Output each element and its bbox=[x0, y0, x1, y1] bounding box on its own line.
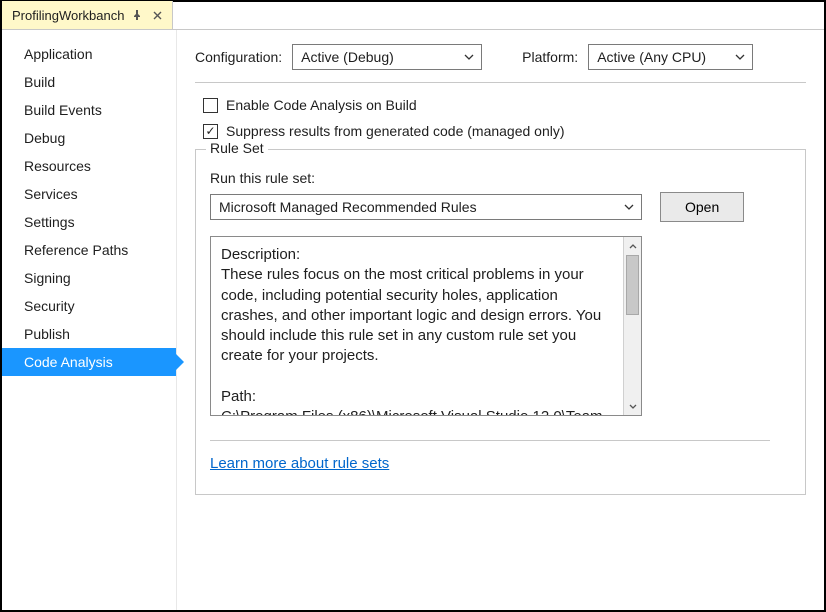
sidebar-item-debug[interactable]: Debug bbox=[2, 124, 176, 152]
close-icon[interactable] bbox=[150, 8, 164, 22]
chevron-down-icon bbox=[461, 49, 477, 65]
sidebar-item-label: Security bbox=[24, 298, 75, 314]
sidebar-item-services[interactable]: Services bbox=[2, 180, 176, 208]
config-row: Configuration: Active (Debug) Platform: … bbox=[195, 44, 806, 83]
sidebar-item-label: Services bbox=[24, 186, 78, 202]
suppress-results-label: Suppress results from generated code (ma… bbox=[226, 123, 565, 139]
content-panel: Configuration: Active (Debug) Platform: … bbox=[177, 30, 824, 610]
divider bbox=[210, 440, 770, 441]
chevron-down-icon bbox=[621, 199, 637, 215]
sidebar-item-label: Settings bbox=[24, 214, 75, 230]
path-value: C:\Program Files (x86)\Microsoft Visual … bbox=[221, 408, 603, 415]
path-label: Path: bbox=[221, 388, 256, 405]
rule-set-value: Microsoft Managed Recommended Rules bbox=[219, 199, 477, 215]
sidebar-item-label: Debug bbox=[24, 130, 65, 146]
sidebar-item-label: Build bbox=[24, 74, 55, 90]
sidebar-item-label: Code Analysis bbox=[24, 354, 113, 370]
sidebar-item-code-analysis[interactable]: Code Analysis bbox=[2, 348, 176, 376]
enable-code-analysis-checkbox[interactable] bbox=[203, 98, 218, 113]
enable-code-analysis-label: Enable Code Analysis on Build bbox=[226, 97, 417, 113]
sidebar-item-reference-paths[interactable]: Reference Paths bbox=[2, 236, 176, 264]
tab-bar: ProfilingWorkbanch bbox=[2, 2, 824, 30]
description-text: Description: These rules focus on the mo… bbox=[211, 237, 623, 415]
sidebar-item-signing[interactable]: Signing bbox=[2, 264, 176, 292]
sidebar-item-resources[interactable]: Resources bbox=[2, 152, 176, 180]
description-box: Description: These rules focus on the mo… bbox=[210, 236, 642, 416]
sidebar-item-security[interactable]: Security bbox=[2, 292, 176, 320]
open-button[interactable]: Open bbox=[660, 192, 744, 222]
sidebar-item-build[interactable]: Build bbox=[2, 68, 176, 96]
sidebar-item-publish[interactable]: Publish bbox=[2, 320, 176, 348]
sidebar-item-label: Publish bbox=[24, 326, 70, 342]
description-scrollbar[interactable] bbox=[623, 237, 641, 415]
enable-code-analysis-row: Enable Code Analysis on Build bbox=[203, 97, 806, 113]
platform-select[interactable]: Active (Any CPU) bbox=[588, 44, 753, 70]
suppress-results-checkbox[interactable] bbox=[203, 124, 218, 139]
rule-set-select[interactable]: Microsoft Managed Recommended Rules bbox=[210, 194, 642, 220]
rule-set-legend: Rule Set bbox=[206, 140, 268, 156]
pin-icon[interactable] bbox=[130, 8, 144, 22]
tab-title: ProfilingWorkbanch bbox=[12, 8, 124, 23]
sidebar-item-label: Build Events bbox=[24, 102, 102, 118]
scroll-down-icon[interactable] bbox=[624, 397, 641, 415]
chevron-down-icon bbox=[732, 49, 748, 65]
description-body: These rules focus on the most critical p… bbox=[221, 266, 601, 364]
sidebar-item-application[interactable]: Application bbox=[2, 40, 176, 68]
sidebar-item-build-events[interactable]: Build Events bbox=[2, 96, 176, 124]
sidebar-item-label: Reference Paths bbox=[24, 242, 128, 258]
properties-sidebar: Application Build Build Events Debug Res… bbox=[2, 30, 177, 610]
tab-profiling-workbench[interactable]: ProfilingWorkbanch bbox=[2, 1, 173, 29]
rule-set-group: Rule Set Run this rule set: Microsoft Ma… bbox=[195, 149, 806, 495]
scrollbar-thumb[interactable] bbox=[626, 255, 639, 315]
sidebar-item-label: Signing bbox=[24, 270, 71, 286]
description-label: Description: bbox=[221, 246, 300, 263]
sidebar-item-label: Application bbox=[24, 46, 93, 62]
platform-label: Platform: bbox=[522, 49, 578, 65]
learn-more-link[interactable]: Learn more about rule sets bbox=[210, 455, 389, 472]
sidebar-item-settings[interactable]: Settings bbox=[2, 208, 176, 236]
sidebar-item-label: Resources bbox=[24, 158, 91, 174]
configuration-value: Active (Debug) bbox=[301, 49, 394, 65]
run-rule-set-label: Run this rule set: bbox=[210, 170, 791, 186]
configuration-label: Configuration: bbox=[195, 49, 282, 65]
scroll-up-icon[interactable] bbox=[624, 237, 641, 255]
suppress-results-row: Suppress results from generated code (ma… bbox=[203, 123, 806, 139]
configuration-select[interactable]: Active (Debug) bbox=[292, 44, 482, 70]
platform-value: Active (Any CPU) bbox=[597, 49, 706, 65]
